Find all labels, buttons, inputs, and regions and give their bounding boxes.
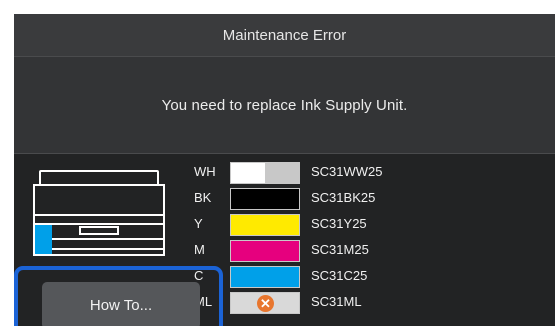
swatch-segment: [231, 163, 265, 183]
ink-row: C SC31C25: [194, 266, 494, 288]
ink-code: Y: [194, 216, 203, 231]
ink-row: WH SC31WW25: [194, 162, 494, 184]
swatch-segment: [231, 215, 299, 235]
error-x-icon: ✕: [257, 295, 274, 312]
ink-row: BK SC31BK25: [194, 188, 494, 210]
cyan-ink-slot: [35, 225, 52, 254]
ink-color-swatch: ✕: [230, 292, 300, 314]
swatch-segment: [231, 189, 299, 209]
maintenance-error-screen: Maintenance Error You need to replace In…: [14, 14, 555, 326]
ink-code: WH: [194, 164, 216, 179]
ink-row: M SC31M25: [194, 240, 494, 262]
ink-part-number: SC31M25: [311, 242, 369, 257]
how-to-button[interactable]: How To...: [42, 282, 200, 326]
ink-color-swatch: [230, 188, 300, 210]
ink-part-number: SC31WW25: [311, 164, 383, 179]
swatch-segment: [231, 241, 299, 261]
ink-row: Y SC31Y25: [194, 214, 494, 236]
swatch-segment: [231, 267, 299, 287]
ink-color-swatch: [230, 214, 300, 236]
ink-color-swatch: [230, 266, 300, 288]
ink-color-swatch: [230, 162, 300, 184]
ink-part-number: SC31BK25: [311, 190, 376, 205]
ink-part-number: SC31ML: [311, 294, 362, 309]
ink-part-number: SC31Y25: [311, 216, 367, 231]
dialog-title: Maintenance Error: [14, 14, 555, 57]
swatch-segment: [265, 163, 299, 183]
ink-code: M: [194, 242, 205, 257]
error-message: You need to replace Ink Supply Unit.: [14, 57, 555, 154]
ink-part-number: SC31C25: [311, 268, 368, 283]
ink-code: BK: [194, 190, 212, 205]
printer-icon: [33, 170, 165, 256]
ink-row: ML ✕ SC31ML: [194, 292, 494, 314]
ink-color-swatch: [230, 240, 300, 262]
